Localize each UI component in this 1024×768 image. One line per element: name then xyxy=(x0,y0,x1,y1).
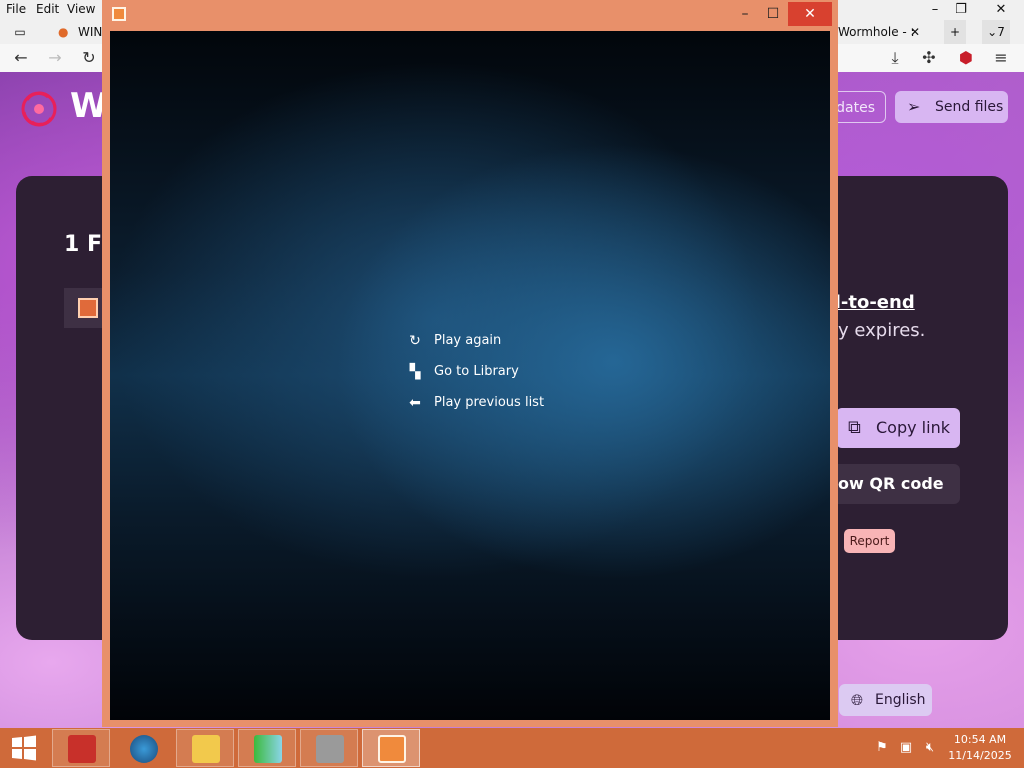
windows-start-icon[interactable] xyxy=(0,728,48,768)
send-files-button[interactable]: ➢ Send files xyxy=(895,91,1008,123)
play-previous-list-label: Play previous list xyxy=(434,395,545,410)
tab-win-favicon: ● xyxy=(58,25,69,39)
tab-win[interactable]: WIN xyxy=(78,20,102,44)
player-minimize-button[interactable]: – xyxy=(730,2,760,26)
report-button[interactable]: Report xyxy=(844,529,895,553)
action-center-flag-icon[interactable]: ⚑ xyxy=(874,740,890,756)
library-icon: ▚ xyxy=(409,364,421,380)
extensions-icon[interactable]: ✣ xyxy=(918,47,940,69)
ublock-icon[interactable]: ⬢ xyxy=(955,47,977,69)
reload-icon[interactable]: ↻ xyxy=(78,47,100,69)
folder-icon xyxy=(192,735,220,763)
browser-restore-button[interactable]: ❐ xyxy=(946,0,976,20)
taskbar-app-media-player[interactable] xyxy=(362,729,420,767)
send-files-label: Send files xyxy=(935,99,1004,115)
new-tab-button[interactable]: + xyxy=(944,20,966,44)
media-player-icon xyxy=(378,735,406,763)
send-icon: ➢ xyxy=(907,97,921,116)
copy-link-button[interactable]: ⧉ Copy link xyxy=(836,408,960,448)
wormhole-logo-icon xyxy=(21,91,57,127)
notes-icon xyxy=(254,735,282,763)
taskbar-app-explorer[interactable] xyxy=(176,729,234,767)
show-qr-code-button[interactable]: ow QR code xyxy=(828,464,960,504)
taskbar-app-browser[interactable] xyxy=(114,729,172,767)
copy-link-label: Copy link xyxy=(876,418,950,437)
tab-overview-icon[interactable]: ▭ xyxy=(10,20,30,44)
scanner-icon xyxy=(316,735,344,763)
system-clock[interactable]: 10:54 AM 11/14/2025 xyxy=(940,732,1020,764)
language-button[interactable]: 🌐︎ English xyxy=(839,684,932,716)
forward-icon[interactable]: → xyxy=(44,47,66,69)
taskbar-app-scanner[interactable] xyxy=(300,729,358,767)
language-label: English xyxy=(875,692,926,708)
menu-file[interactable]: File xyxy=(6,2,26,16)
chevron-down-icon: ⌄ xyxy=(987,25,998,39)
globe-icon: 🌐︎ xyxy=(851,691,864,709)
hamburger-menu-icon[interactable]: ≡ xyxy=(990,47,1012,69)
taskbar-app-notes[interactable] xyxy=(238,729,296,767)
player-maximize-button[interactable]: ☐ xyxy=(758,2,788,26)
player-content-area: ↻ Play again ▚ Go to Library ⬅ Play prev… xyxy=(110,31,830,720)
clock-date: 11/14/2025 xyxy=(948,749,1012,762)
taskbar-app-toolbox[interactable] xyxy=(52,729,110,767)
copy-icon: ⧉ xyxy=(848,417,861,438)
back-arrow-icon: ⬅ xyxy=(409,395,421,411)
volume-muted-icon[interactable]: 🔇︎ xyxy=(922,740,938,756)
end-to-end-link[interactable]: d-to-end xyxy=(828,292,915,313)
media-player-window: – ☐ ✕ ↻ Play again ▚ Go to Library ⬅ Pla… xyxy=(102,0,838,727)
player-close-button[interactable]: ✕ xyxy=(788,2,832,26)
toolbox-icon xyxy=(68,735,96,763)
tab-wormhole[interactable]: Wormhole - : xyxy=(838,20,915,44)
back-icon[interactable]: ← xyxy=(10,47,32,69)
tab-close-icon[interactable]: ✕ xyxy=(910,20,920,44)
clock-time: 10:54 AM xyxy=(953,733,1007,746)
menu-view[interactable]: View xyxy=(67,2,95,16)
refresh-icon: ↻ xyxy=(409,333,421,349)
go-to-library-label: Go to Library xyxy=(434,364,519,379)
media-player-app-icon xyxy=(112,7,126,21)
network-icon[interactable]: ▣ xyxy=(898,740,914,756)
download-icon[interactable]: ⤓ xyxy=(884,47,906,69)
browser-icon xyxy=(130,735,158,763)
player-titlebar[interactable]: – ☐ ✕ xyxy=(102,0,838,30)
tab-list-button[interactable]: ⌄7 xyxy=(982,20,1010,44)
file-icon xyxy=(78,298,98,318)
play-again-label: Play again xyxy=(434,333,502,348)
menu-edit[interactable]: Edit xyxy=(36,2,59,16)
browser-close-button[interactable]: ✕ xyxy=(986,0,1016,20)
tab-count: 7 xyxy=(997,25,1005,39)
taskbar: ⚑ ▣ 🔇︎ 10:54 AM 11/14/2025 xyxy=(0,728,1024,768)
expires-text: lly expires. xyxy=(828,320,926,341)
